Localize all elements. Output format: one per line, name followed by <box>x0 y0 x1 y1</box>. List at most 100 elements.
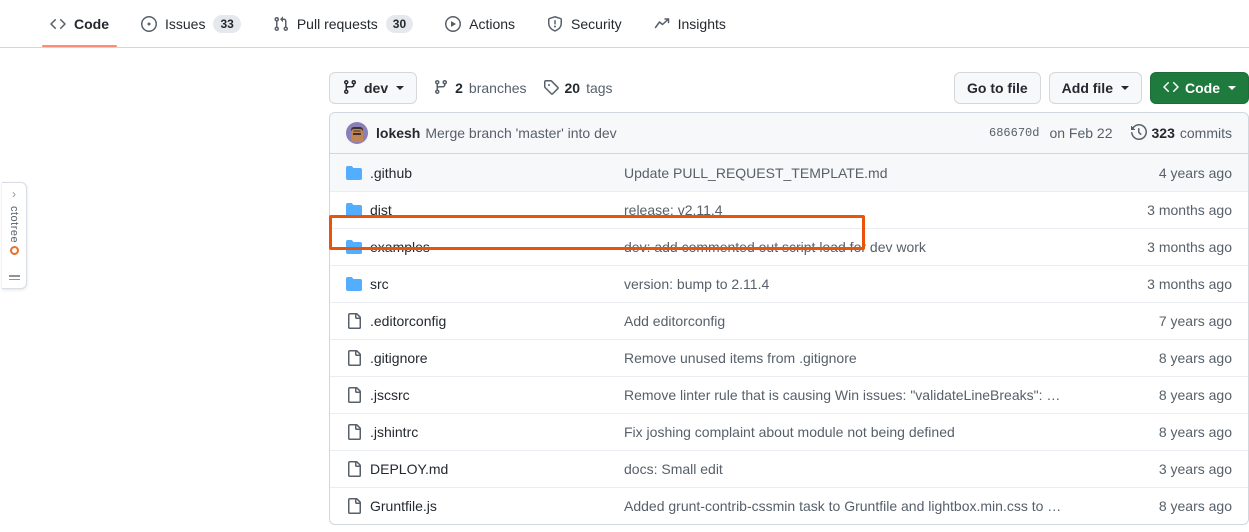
chevron-right-icon[interactable]: › <box>12 188 16 200</box>
folder-icon <box>346 165 362 181</box>
file-icon <box>346 461 362 477</box>
commit-message[interactable]: Merge branch 'master' into dev <box>425 125 616 141</box>
go-to-file-button[interactable]: Go to file <box>953 72 1041 104</box>
commits-label: commits <box>1179 125 1232 141</box>
branches-count: 2 <box>455 80 463 96</box>
file-commit-age: 3 years ago <box>1158 461 1232 477</box>
tag-icon <box>543 79 559 98</box>
file-name[interactable]: Gruntfile.js <box>370 498 624 514</box>
add-file-button[interactable]: Add file <box>1048 72 1142 104</box>
octotree-label-text: ctotree <box>8 206 20 244</box>
table-row[interactable]: .github Update PULL_REQUEST_TEMPLATE.md 4 … <box>330 154 1248 191</box>
code-download-button[interactable]: Code <box>1150 72 1249 104</box>
file-name[interactable]: src <box>370 276 624 292</box>
commits-count-link[interactable]: 323 commits <box>1130 123 1232 143</box>
file-commit-message[interactable]: Added grunt-contrib-cssmin task to Grunt… <box>624 498 1159 514</box>
octotree-logo-icon <box>9 246 19 256</box>
chevron-down-icon <box>1121 86 1129 90</box>
add-file-label: Add file <box>1061 80 1113 96</box>
code-button-label: Code <box>1185 80 1220 96</box>
tags-label: tags <box>586 80 613 96</box>
branch-icon <box>342 79 358 98</box>
pr-icon <box>273 16 289 32</box>
repo-nav: Code Issues 33 Pull requests 30 Actions … <box>0 0 1249 48</box>
file-commit-age: 8 years ago <box>1158 387 1232 403</box>
file-commit-message[interactable]: dev: add commented out script load for d… <box>624 239 1147 255</box>
nav-item-code[interactable]: Code <box>34 0 125 47</box>
folder-icon <box>346 239 362 255</box>
nav-item-label: Pull requests <box>296 15 378 32</box>
tags-link[interactable]: 20 tags <box>543 79 613 98</box>
chevron-down-icon <box>1228 86 1236 90</box>
file-commit-age: 3 months ago <box>1147 239 1232 255</box>
chevron-down-icon <box>396 86 405 90</box>
file-icon <box>346 387 362 403</box>
history-icon <box>1130 123 1147 143</box>
table-row[interactable]: dist release: v2.11.4 3 months ago <box>330 191 1248 228</box>
file-commit-age: 7 years ago <box>1158 313 1232 329</box>
table-row[interactable]: .jshintrc Fix joshing complaint about mod… <box>330 413 1248 450</box>
issue-icon <box>141 15 157 32</box>
nav-item-insights[interactable]: Insights <box>638 0 742 47</box>
file-commit-age: 4 years ago <box>1158 164 1232 181</box>
tags-count: 20 <box>564 80 581 96</box>
file-commit-message[interactable]: Add editorconfig <box>624 313 1159 329</box>
table-row[interactable]: Gruntfile.js Added grunt-contrib-cssmin t… <box>330 487 1248 524</box>
table-row[interactable]: .editorconfig Add editorconfig 7 years ago <box>330 302 1248 339</box>
octotree-sidebar-tab[interactable]: › ctotree <box>2 182 27 289</box>
nav-item-label: Code <box>74 15 109 32</box>
nav-item-label: Actions <box>469 15 516 32</box>
graph-icon <box>654 16 670 32</box>
file-name[interactable]: .github <box>370 165 624 181</box>
table-row[interactable]: .gitignore Remove unused items from .giti… <box>330 339 1248 376</box>
branch-selector-button[interactable]: dev <box>329 72 418 104</box>
file-name[interactable]: examples <box>370 239 624 255</box>
file-name[interactable]: .gitignore <box>370 350 624 366</box>
nav-item-security[interactable]: Security <box>531 0 638 47</box>
branches-label: branches <box>468 80 527 96</box>
commit-author[interactable]: lokesh <box>376 125 420 141</box>
branches-link[interactable]: 2 branches <box>433 79 527 98</box>
file-name[interactable]: .editorconfig <box>370 313 624 329</box>
folder-icon <box>346 276 362 292</box>
nav-item-label: Insights <box>677 15 726 32</box>
file-commit-message[interactable]: Remove linter rule that is causing Win i… <box>624 387 1159 403</box>
file-icon <box>346 424 362 440</box>
file-commit-message[interactable]: version: bump to 2.11.4 <box>624 276 1147 292</box>
nav-item-pull-requests[interactable]: Pull requests 30 <box>257 0 429 47</box>
octotree-label: ctotree <box>8 206 20 256</box>
play-icon <box>445 15 462 32</box>
folder-icon <box>346 202 362 218</box>
file-commit-age: 8 years ago <box>1158 498 1232 514</box>
file-commit-message[interactable]: Fix joshing complaint about module not b… <box>624 424 1159 440</box>
shield-icon <box>547 15 563 32</box>
nav-item-label: Issues <box>165 15 206 32</box>
file-name[interactable]: .jscsrc <box>370 387 624 403</box>
commits-number: 323 <box>1151 125 1175 141</box>
table-row[interactable]: .jscsrc Remove linter rule that is causin… <box>330 376 1248 413</box>
file-commit-age: 8 years ago <box>1158 424 1232 440</box>
nav-item-actions[interactable]: Actions <box>429 0 531 47</box>
file-name[interactable]: DEPLOY.md <box>370 461 624 477</box>
file-commit-message[interactable]: docs: Small edit <box>624 461 1159 477</box>
avatar[interactable] <box>346 122 368 144</box>
file-listing-box: lokesh Merge branch 'master' into dev 68… <box>329 112 1249 525</box>
table-row[interactable]: DEPLOY.md docs: Small edit 3 years ago <box>330 450 1248 487</box>
commit-sha[interactable]: 686670d <box>989 126 1039 140</box>
octotree-drag-handle[interactable] <box>8 273 20 282</box>
file-icon <box>346 350 362 366</box>
nav-item-issues[interactable]: Issues 33 <box>125 0 257 47</box>
issues-count-badge: 33 <box>213 14 241 33</box>
table-row[interactable]: src version: bump to 2.11.4 3 months ago <box>330 265 1248 302</box>
branch-name-label: dev <box>364 80 389 96</box>
file-commit-message[interactable]: Remove unused items from .gitignore <box>624 350 1159 366</box>
file-name[interactable]: dist <box>370 202 624 218</box>
table-row[interactable]: examples dev: add commented out script lo… <box>330 228 1248 265</box>
file-commit-message[interactable]: Update PULL_REQUEST_TEMPLATE.md <box>624 165 1159 181</box>
file-commit-message[interactable]: release: v2.11.4 <box>624 202 1147 218</box>
pull-requests-count-badge: 30 <box>385 14 414 33</box>
repo-main-column: dev 2 branches 20 tags Go to file Add fi… <box>329 48 1249 525</box>
file-name[interactable]: .jshintrc <box>370 424 624 440</box>
latest-commit-header: lokesh Merge branch 'master' into dev 68… <box>330 113 1248 154</box>
file-commit-age: 3 months ago <box>1147 202 1232 218</box>
